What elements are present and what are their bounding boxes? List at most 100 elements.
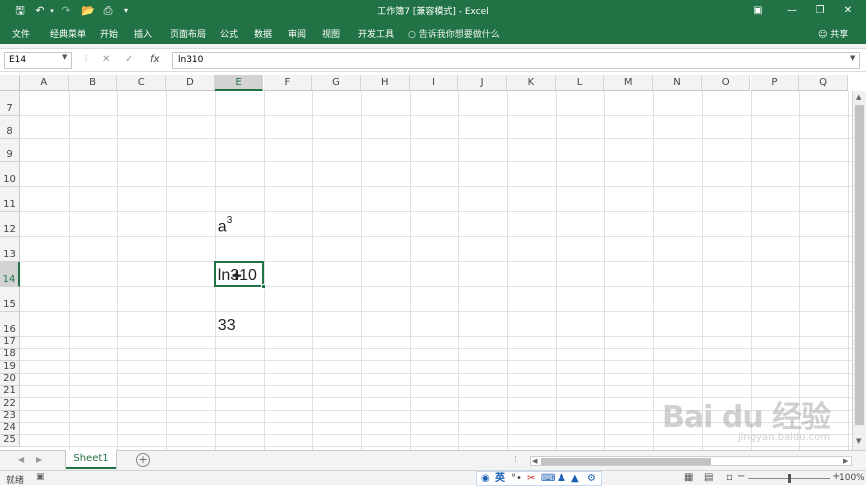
column-header-m[interactable]: M: [604, 75, 654, 91]
row-header-12[interactable]: 12: [0, 212, 20, 237]
menu-page-layout[interactable]: 页面布局: [170, 27, 206, 40]
shirt-icon[interactable]: ▲: [571, 472, 579, 485]
column-headers: ABCDEFGHIJKLMNOPQ: [0, 75, 866, 91]
keyboard-icon[interactable]: ⌨: [541, 472, 555, 485]
column-header-f[interactable]: F: [263, 75, 313, 91]
column-header-b[interactable]: B: [68, 75, 118, 91]
row-header-label: 19: [3, 361, 16, 372]
row-header-18[interactable]: 18: [0, 348, 20, 361]
menu-formulas[interactable]: 公式: [220, 27, 238, 40]
column-header-q[interactable]: Q: [799, 75, 848, 91]
share-button[interactable]: ☺ 共享: [818, 27, 848, 40]
person-icon: ☺: [818, 30, 828, 40]
row-header-13[interactable]: 13: [0, 237, 20, 262]
confirm-icon[interactable]: ✓: [125, 54, 133, 65]
gridline-horizontal: [20, 236, 866, 237]
cancel-icon[interactable]: ✕: [102, 54, 110, 65]
ribbon-display-icon[interactable]: ▣: [748, 2, 768, 20]
row-header-8[interactable]: 8: [0, 116, 20, 139]
sheet-tab-sheet1[interactable]: Sheet1: [66, 450, 116, 469]
cell-e12[interactable]: a3: [218, 215, 233, 236]
ime-language-label[interactable]: 英: [495, 472, 505, 485]
gridline-horizontal: [20, 385, 866, 386]
menu-view[interactable]: 视图: [322, 27, 340, 40]
insert-function-icon[interactable]: fx: [150, 54, 159, 65]
row-header-label: 25: [3, 434, 16, 445]
horizontal-scrollbar[interactable]: ◀ ▶: [530, 456, 852, 466]
zoom-level[interactable]: 100%: [839, 473, 865, 483]
cell-e12-superscript: 3: [226, 215, 233, 226]
row-header-14[interactable]: 14: [0, 262, 20, 287]
scroll-down-icon[interactable]: ▼: [856, 437, 861, 445]
row-header-9[interactable]: 9: [0, 139, 20, 162]
add-sheet-icon[interactable]: +: [136, 453, 150, 467]
row-header-7[interactable]: 7: [0, 91, 20, 116]
zoom-slider-handle[interactable]: [788, 474, 791, 483]
row-header-15[interactable]: 15: [0, 287, 20, 312]
normal-view-icon[interactable]: ▦: [684, 472, 693, 483]
menu-insert[interactable]: 插入: [134, 27, 152, 40]
column-header-a[interactable]: A: [20, 75, 69, 91]
scroll-left-icon[interactable]: ◀: [532, 457, 537, 465]
gridline-horizontal: [20, 373, 866, 374]
row-header-21[interactable]: 21: [0, 385, 20, 398]
column-header-p[interactable]: P: [750, 75, 800, 91]
row-header-10[interactable]: 10: [0, 162, 20, 187]
menu-file[interactable]: 文件: [12, 27, 30, 40]
tell-me-box[interactable]: ○ 告诉我你想要做什么: [408, 27, 500, 40]
page-layout-view-icon[interactable]: ▤: [704, 472, 713, 483]
macro-record-icon[interactable]: ▣: [36, 472, 45, 482]
next-sheet-icon[interactable]: ▶: [36, 455, 42, 464]
column-header-g[interactable]: G: [312, 75, 361, 91]
close-icon[interactable]: ✕: [838, 2, 858, 20]
zoom-out-icon[interactable]: −: [737, 471, 745, 482]
horizontal-scroll-thumb[interactable]: [541, 458, 711, 465]
watermark: Bai du 经验 jingyan.baidu.com: [662, 392, 831, 443]
ime-toolbar[interactable]: ◉ 英 °• ✂ ⌨ ♟ ▲ ⚙: [476, 471, 602, 486]
row-header-25[interactable]: 25: [0, 434, 20, 447]
restore-icon[interactable]: ❐: [810, 2, 830, 20]
scissors-icon[interactable]: ✂: [527, 472, 535, 485]
vertical-scroll-thumb[interactable]: [855, 105, 864, 425]
scroll-up-icon[interactable]: ▲: [856, 93, 861, 101]
expand-formula-icon[interactable]: ▼: [850, 54, 855, 62]
lightbulb-icon: ○: [408, 30, 416, 40]
prev-sheet-icon[interactable]: ◀: [18, 455, 24, 464]
fill-handle[interactable]: [260, 284, 266, 289]
row-header-label: 16: [3, 324, 16, 335]
column-header-n[interactable]: N: [653, 75, 702, 91]
menu-data[interactable]: 数据: [254, 27, 272, 40]
window-title: 工作簿7 [兼容模式] - Excel: [377, 7, 489, 17]
column-header-h[interactable]: H: [360, 75, 410, 91]
chevron-down-icon[interactable]: ▼: [62, 53, 67, 61]
column-header-d[interactable]: D: [166, 75, 215, 91]
status-bar: 就绪 ▣ ◉ 英 °• ✂ ⌨ ♟ ▲ ⚙ ▦ ▤ ▫ − + 100%: [0, 470, 866, 486]
row-header-11[interactable]: 11: [0, 187, 20, 212]
column-header-e[interactable]: E: [214, 75, 264, 91]
menu-classic[interactable]: 经典菜单: [50, 27, 86, 40]
gridline-horizontal: [20, 261, 866, 262]
column-header-o[interactable]: O: [701, 75, 751, 91]
column-header-l[interactable]: L: [555, 75, 605, 91]
menu-home[interactable]: 开始: [100, 27, 118, 40]
column-header-c[interactable]: C: [117, 75, 167, 91]
row-header-label: 22: [3, 398, 16, 409]
settings-icon[interactable]: ⚙: [587, 472, 596, 485]
user-icon[interactable]: ♟: [557, 472, 566, 485]
formula-input[interactable]: ln310: [172, 52, 860, 69]
column-header-j[interactable]: J: [458, 75, 507, 91]
menu-review[interactable]: 审阅: [288, 27, 306, 40]
column-header-k[interactable]: K: [507, 75, 556, 91]
scroll-right-icon[interactable]: ▶: [843, 457, 848, 465]
cell-e16[interactable]: 33: [218, 317, 236, 335]
gridline-horizontal: [20, 348, 866, 349]
ime-punct-icon[interactable]: °•: [511, 472, 522, 485]
gridline-horizontal: [20, 138, 866, 139]
page-break-view-icon[interactable]: ▫: [726, 472, 733, 483]
vertical-scrollbar[interactable]: ▲ ▼: [852, 91, 866, 450]
column-header-i[interactable]: I: [409, 75, 459, 91]
ime-logo-icon[interactable]: ◉: [481, 472, 490, 485]
menu-developer[interactable]: 开发工具: [358, 27, 394, 40]
row-header-16[interactable]: 16: [0, 312, 20, 337]
minimize-icon[interactable]: —: [782, 2, 802, 20]
